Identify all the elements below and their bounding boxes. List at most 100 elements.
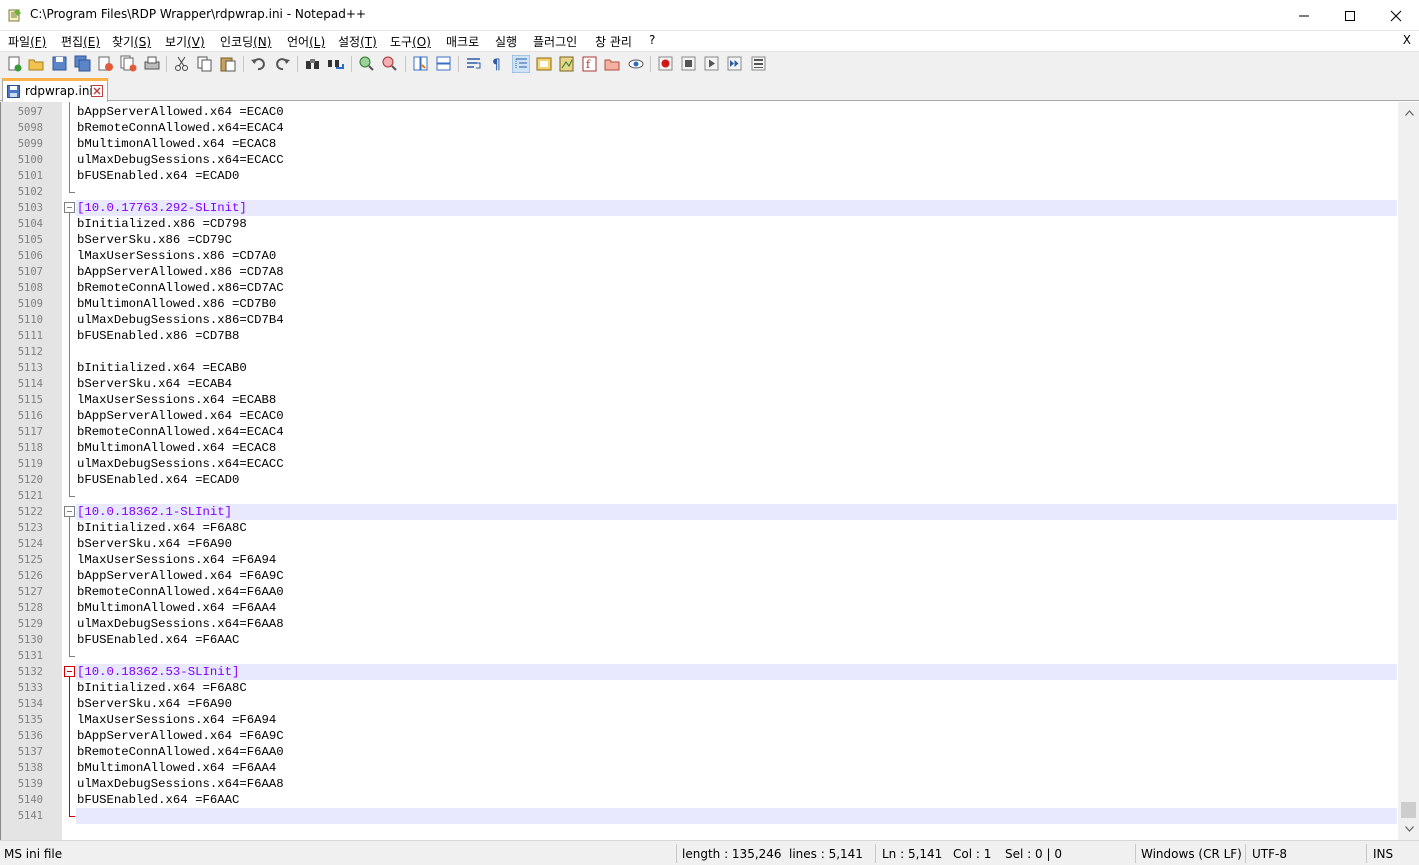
scroll-down-button[interactable] [1398,818,1419,840]
word-wrap-button[interactable] [465,55,483,73]
editor[interactable]: 5097 bAppServerAllowed.x64 =ECAC0 5098 bRem… [0,102,1419,840]
print-button[interactable] [143,55,161,73]
menu-2[interactable]: 찾기(S) [112,33,151,50]
menu-12[interactable]: ? [649,33,655,47]
code-line[interactable]: 5132 [10.0.18362.53-SLInit] [1,664,1419,680]
fold-toggle-icon[interactable] [64,202,75,213]
code-line[interactable]: 5134 bServerSku.x64 =F6A90 [1,696,1419,712]
code-line[interactable]: 5140 bFUSEnabled.x64 =F6AAC [1,792,1419,808]
open-file-button[interactable] [28,55,46,73]
fold-toggle-icon[interactable] [64,506,75,517]
menu-5[interactable]: 언어(L) [287,33,325,50]
cut-button[interactable] [173,55,191,73]
menu-11[interactable]: 창 관리 [595,33,632,50]
scroll-up-button[interactable] [1398,102,1419,124]
code-line[interactable]: 5114 bServerSku.x64 =ECAB4 [1,376,1419,392]
undo-button[interactable] [250,55,268,73]
code-line[interactable]: 5107 bAppServerAllowed.x86 =CD7A8 [1,264,1419,280]
code-line[interactable]: 5138 bMultimonAllowed.x64 =F6AA4 [1,760,1419,776]
fold-toggle-icon[interactable] [64,666,75,677]
code-line[interactable]: 5125 lMaxUserSessions.x64 =F6A94 [1,552,1419,568]
code-line[interactable]: 5115 lMaxUserSessions.x64 =ECAB8 [1,392,1419,408]
menu-4[interactable]: 인코딩(N) [220,33,271,50]
code-line[interactable]: 5118 bMultimonAllowed.x64 =ECAC8 [1,440,1419,456]
code-line[interactable]: 5123 bInitialized.x64 =F6A8C [1,520,1419,536]
code-line[interactable]: 5137 bRemoteConnAllowed.x64=F6AA0 [1,744,1419,760]
udl-button[interactable] [535,55,553,73]
code-line[interactable]: 5117 bRemoteConnAllowed.x64=ECAC4 [1,424,1419,440]
code-line[interactable]: 5103 [10.0.17763.292-SLInit] [1,200,1419,216]
redo-button[interactable] [273,55,291,73]
function-list-button[interactable]: f [581,55,599,73]
code-line[interactable]: 5130 bFUSEnabled.x64 =F6AAC [1,632,1419,648]
code-line[interactable]: 5116 bAppServerAllowed.x64 =ECAC0 [1,408,1419,424]
save-all-button[interactable] [74,55,92,73]
record-macro-button[interactable] [657,55,675,73]
code-line[interactable]: 5102 [1,184,1419,200]
save-button[interactable] [51,55,69,73]
code-line[interactable]: 5111 bFUSEnabled.x86 =CD7B8 [1,328,1419,344]
code-line[interactable]: 5101 bFUSEnabled.x64 =ECAD0 [1,168,1419,184]
code-line[interactable]: 5119 ulMaxDebugSessions.x64=ECACC [1,456,1419,472]
code-line[interactable]: 5097 bAppServerAllowed.x64 =ECAC0 [1,104,1419,120]
code-line[interactable]: 5120 bFUSEnabled.x64 =ECAD0 [1,472,1419,488]
sync-horizontal-button[interactable] [435,55,453,73]
tab-close-icon[interactable] [91,85,103,100]
code-line[interactable]: 5110 ulMaxDebugSessions.x86=CD7B4 [1,312,1419,328]
vertical-scrollbar[interactable] [1398,102,1419,840]
play-macro-button[interactable] [703,55,721,73]
code-line[interactable]: 5106 lMaxUserSessions.x86 =CD7A0 [1,248,1419,264]
code-line[interactable]: 5141 [1,808,1419,824]
code-line[interactable]: 5131 [1,648,1419,664]
zoom-out-button[interactable] [381,55,399,73]
menu-1[interactable]: 편집(E) [61,33,100,50]
code-line[interactable]: 5126 bAppServerAllowed.x64 =F6A9C [1,568,1419,584]
code-line[interactable]: 5139 ulMaxDebugSessions.x64=F6AA8 [1,776,1419,792]
menu-0[interactable]: 파일(F) [8,33,46,50]
minimize-button[interactable] [1281,0,1327,31]
folder-workspace-button[interactable] [604,55,622,73]
monitoring-button[interactable] [627,55,645,73]
menu-6[interactable]: 설정(T) [338,33,377,50]
code-line[interactable]: 5136 bAppServerAllowed.x64 =F6A9C [1,728,1419,744]
tab-rdpwrap-ini[interactable]: rdpwrap.ini [2,78,108,102]
close-button[interactable] [97,55,115,73]
menu-8[interactable]: 매크로 [446,33,479,50]
menu-7[interactable]: 도구(O) [390,33,431,50]
menu-3[interactable]: 보기(V) [165,33,205,50]
code-line[interactable]: 5133 bInitialized.x64 =F6A8C [1,680,1419,696]
code-line[interactable]: 5121 [1,488,1419,504]
close-document-button[interactable]: X [1403,33,1411,47]
close-all-button[interactable] [120,55,138,73]
stop-record-button[interactable] [680,55,698,73]
paste-button[interactable] [219,55,237,73]
close-window-button[interactable] [1373,0,1419,31]
show-all-chars-button[interactable]: ¶ [488,55,506,73]
menu-9[interactable]: 실행 [495,33,517,50]
code-line[interactable]: 5128 bMultimonAllowed.x64 =F6AA4 [1,600,1419,616]
new-file-button[interactable] [6,55,24,73]
scroll-thumb[interactable] [1401,802,1416,818]
replace-button[interactable] [327,55,345,73]
menu-10[interactable]: 플러그인 [533,33,577,50]
maximize-button[interactable] [1327,0,1373,31]
code-line[interactable]: 5135 lMaxUserSessions.x64 =F6A94 [1,712,1419,728]
run-macro-multiple-button[interactable] [726,55,744,73]
doc-map-button[interactable] [558,55,576,73]
code-line[interactable]: 5105 bServerSku.x86 =CD79C [1,232,1419,248]
code-line[interactable]: 5112 [1,344,1419,360]
code-line[interactable]: 5127 bRemoteConnAllowed.x64=F6AA0 [1,584,1419,600]
code-line[interactable]: 5100 ulMaxDebugSessions.x64=ECACC [1,152,1419,168]
code-line[interactable]: 5109 bMultimonAllowed.x86 =CD7B0 [1,296,1419,312]
code-line[interactable]: 5104 bInitialized.x86 =CD798 [1,216,1419,232]
code-line[interactable]: 5113 bInitialized.x64 =ECAB0 [1,360,1419,376]
save-macro-button[interactable] [750,55,768,73]
sync-vertical-button[interactable] [412,55,430,73]
zoom-in-button[interactable] [358,55,376,73]
code-line[interactable]: 5129 ulMaxDebugSessions.x64=F6AA8 [1,616,1419,632]
indent-guide-button[interactable] [512,55,530,73]
code-line[interactable]: 5099 bMultimonAllowed.x64 =ECAC8 [1,136,1419,152]
code-line[interactable]: 5098 bRemoteConnAllowed.x64=ECAC4 [1,120,1419,136]
code-line[interactable]: 5108 bRemoteConnAllowed.x86=CD7AC [1,280,1419,296]
code-line[interactable]: 5122 [10.0.18362.1-SLInit] [1,504,1419,520]
